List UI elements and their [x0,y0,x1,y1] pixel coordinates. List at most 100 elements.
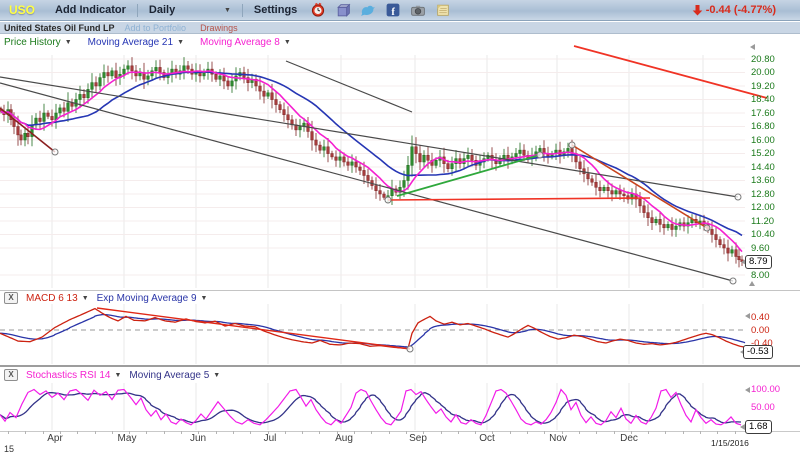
alarm-clock-icon[interactable] [310,2,326,18]
time-tick [95,431,96,434]
notes-icon[interactable] [435,2,451,18]
time-tick [389,431,390,434]
trendline-handle[interactable] [407,346,413,352]
price-axis-label: 13.60 [751,175,775,186]
price-axis-label: 12.00 [751,202,775,213]
time-tick [43,431,44,434]
time-tick [510,431,511,434]
time-tick [146,431,147,434]
price-axis-label: 8.00 [751,270,770,281]
time-tick [665,431,666,434]
time-tick [596,431,597,434]
chart-legend: Price History ▼ Moving Average 21 ▼ Movi… [4,37,291,48]
close-macd-button[interactable]: X [4,292,18,304]
twitter-icon[interactable] [360,2,376,18]
toolbar-separator [137,4,138,17]
price-axis-label: 10.40 [751,229,775,240]
time-tick [735,431,736,434]
axis-scroll-arrow[interactable] [745,387,750,393]
trendline-handle[interactable] [735,194,741,200]
price-axis-label: 16.80 [751,121,775,132]
time-tick [8,431,9,434]
close-stoch-button[interactable]: X [4,369,18,381]
chevron-down-icon: ▼ [65,39,72,46]
chevron-down-icon: ▼ [114,372,121,379]
axis-scroll-arrow[interactable] [745,313,750,319]
stoch-overlay-dropdown[interactable]: Moving Average 5 ▼ [129,370,220,381]
time-tick [285,431,286,434]
trendline-handle[interactable] [537,152,543,158]
time-tick [562,431,563,434]
month-label: Jul [255,433,285,444]
time-tick [631,431,632,434]
trendline-handle[interactable] [385,197,391,203]
stoch-chart-canvas[interactable] [0,382,800,430]
toolbar: USO Add Indicator Daily ▼ Settings f -0.… [0,0,800,21]
time-tick [25,431,26,434]
axis-scroll-arrow[interactable] [749,281,755,286]
price-chart-canvas[interactable] [0,40,800,290]
price-axis-label: 9.60 [751,243,770,254]
axis-scroll-arrow[interactable] [750,44,755,50]
price-axis-label: 15.20 [751,148,775,159]
month-label: Nov [543,433,573,444]
time-tick [181,431,182,434]
symbol-name: United States Oil Fund LP [4,23,115,33]
time-tick [198,431,199,434]
time-tick [268,431,269,434]
price-axis-label: 20.00 [751,67,775,78]
stoch-title-dropdown[interactable]: Stochastics RSI 14 ▼ [26,370,121,381]
trendline[interactable] [572,145,707,228]
facebook-icon[interactable]: f [385,2,401,18]
change-text: -0.44 (-4.77%) [706,4,776,16]
chevron-down-icon: ▼ [213,372,220,379]
macd-line [0,309,745,349]
cube-icon[interactable] [335,2,351,18]
settings-button[interactable]: Settings [250,4,301,16]
month-label: Sep [403,433,433,444]
legend-label: Moving Average 21 [88,37,173,48]
toolbar-separator [242,4,243,17]
price-axis-label: 20.80 [751,54,775,65]
legend-moving-average-21[interactable]: Moving Average 21 ▼ [88,37,184,48]
time-tick [441,431,442,434]
legend-moving-average-8[interactable]: Moving Average 8 ▼ [200,37,291,48]
macd-chart-canvas[interactable] [0,303,800,364]
time-tick [112,431,113,434]
legend-price-history[interactable]: Price History ▼ [4,37,72,48]
trendline-handle[interactable] [704,225,710,231]
time-tick [544,431,545,434]
time-tick [319,431,320,434]
macd-overlay-dropdown[interactable]: Exp Moving Average 9 ▼ [97,293,208,304]
time-tick [458,431,459,434]
time-tick [527,431,528,434]
camera-icon[interactable] [410,2,426,18]
time-tick [406,431,407,434]
add-to-portfolio-link[interactable]: Add to Portfolio [125,23,187,33]
trendline-handle[interactable] [730,278,736,284]
trendline-handle[interactable] [52,149,58,155]
last-date-label: 1/15/2016 [711,438,749,448]
time-tick [475,431,476,434]
trendline-handle[interactable] [569,142,575,148]
month-label: Oct [472,433,502,444]
trendline[interactable] [97,308,410,349]
stoch-value-box: 1.68 [745,420,772,434]
time-tick [371,431,372,434]
macd-axis-label: 0.00 [751,325,770,336]
svg-text:f: f [392,7,396,18]
macd-title-dropdown[interactable]: MACD 6 13 ▼ [26,293,89,304]
app-window: USO Add Indicator Daily ▼ Settings f -0.… [0,0,800,454]
add-indicator-button[interactable]: Add Indicator [51,4,130,16]
ma8-line [1,71,742,252]
price-axis-label: 12.80 [751,189,775,200]
time-tick [302,431,303,434]
time-tick [683,431,684,434]
time-tick [216,431,217,434]
drawings-link[interactable]: Drawings [200,23,238,33]
timeframe-dropdown[interactable]: Daily ▼ [149,4,231,16]
quote-change: -0.44 (-4.77%) [692,4,776,16]
month-label: Aug [329,433,359,444]
month-label: May [112,433,142,444]
chevron-down-icon: ▼ [201,295,208,302]
